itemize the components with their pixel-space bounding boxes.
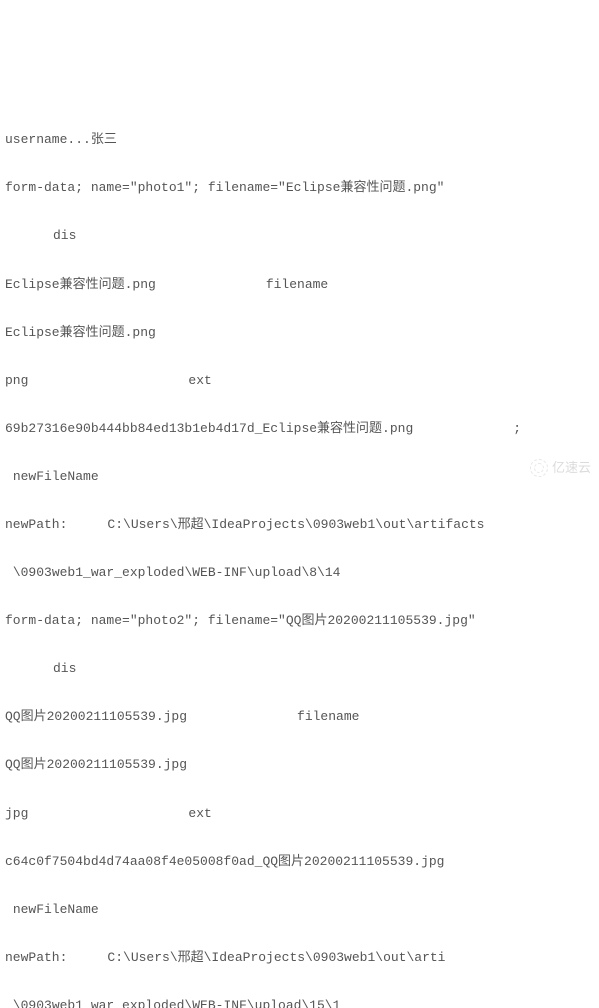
log-text: dis	[53, 228, 76, 243]
log-line: QQ图片20200211105539.jpg	[5, 753, 594, 777]
log-line: username...张三	[5, 128, 594, 152]
log-text: 69b27316e90b444bb84ed13b1eb4d17d_Eclipse…	[5, 421, 413, 436]
log-label: filename	[297, 709, 359, 724]
log-line: c64c0f7504bd4d74aa08f4e05008f0ad_QQ图片202…	[5, 850, 594, 874]
log-line: 69b27316e90b444bb84ed13b1eb4d17d_Eclipse…	[5, 417, 594, 441]
watermark: 亿速云	[530, 456, 591, 480]
log-text: QQ图片20200211105539.jpg	[5, 757, 187, 772]
log-label: newPath:	[5, 517, 67, 532]
log-label: ext	[188, 806, 211, 821]
log-text: \0903web1_war_exploded\WEB-INF\upload\8\…	[5, 565, 340, 580]
log-text: form-data; name="photo2"; filename="QQ图片…	[5, 613, 476, 628]
log-text: C:\Users\邢超\IdeaProjects\0903web1\out\ar…	[107, 950, 445, 965]
log-line: jpg ext	[5, 802, 594, 826]
log-line: \0903web1_war_exploded\WEB-INF\upload\8\…	[5, 561, 594, 585]
log-line: newPath: C:\Users\邢超\IdeaProjects\0903web…	[5, 513, 594, 537]
log-line: png ext	[5, 369, 594, 393]
log-line: dis	[5, 657, 594, 681]
log-text: C:\Users\邢超\IdeaProjects\0903web1\out\ar…	[107, 517, 484, 532]
log-text: \0903web1_war_exploded\WEB-INF\upload\15…	[5, 998, 340, 1008]
log-line: \0903web1_war_exploded\WEB-INF\upload\15…	[5, 994, 594, 1008]
log-line: newPath: C:\Users\邢超\IdeaProjects\0903web…	[5, 946, 594, 970]
log-line: QQ图片20200211105539.jpg filename	[5, 705, 594, 729]
log-text: jpg	[5, 806, 28, 821]
log-label: ext	[188, 373, 211, 388]
watermark-icon	[530, 459, 548, 477]
log-text: Eclipse兼容性问题.png	[5, 277, 156, 292]
log-text: c64c0f7504bd4d74aa08f4e05008f0ad_QQ图片202…	[5, 854, 444, 869]
log-text: form-data; name="photo1"; filename="Ecli…	[5, 180, 444, 195]
log-text: newFileName	[5, 902, 99, 917]
log-line: newFileName	[5, 898, 594, 922]
log-text: Eclipse兼容性问题.png	[5, 325, 156, 340]
log-text: QQ图片20200211105539.jpg	[5, 709, 187, 724]
log-line: Eclipse兼容性问题.png filename	[5, 273, 594, 297]
log-text: png	[5, 373, 28, 388]
log-text: newFileName	[5, 469, 99, 484]
log-text: ;	[513, 421, 521, 436]
log-line: dis	[5, 224, 594, 248]
log-line: form-data; name="photo2"; filename="QQ图片…	[5, 609, 594, 633]
log-line: newFileName	[5, 465, 594, 489]
log-label: newPath:	[5, 950, 67, 965]
log-line: form-data; name="photo1"; filename="Ecli…	[5, 176, 594, 200]
log-text: username...张三	[5, 132, 117, 147]
log-output: username...张三 form-data; name="photo1"; …	[5, 104, 594, 1008]
watermark-text: 亿速云	[552, 456, 591, 480]
log-line: Eclipse兼容性问题.png	[5, 321, 594, 345]
log-label: filename	[266, 277, 328, 292]
log-text: dis	[53, 661, 76, 676]
